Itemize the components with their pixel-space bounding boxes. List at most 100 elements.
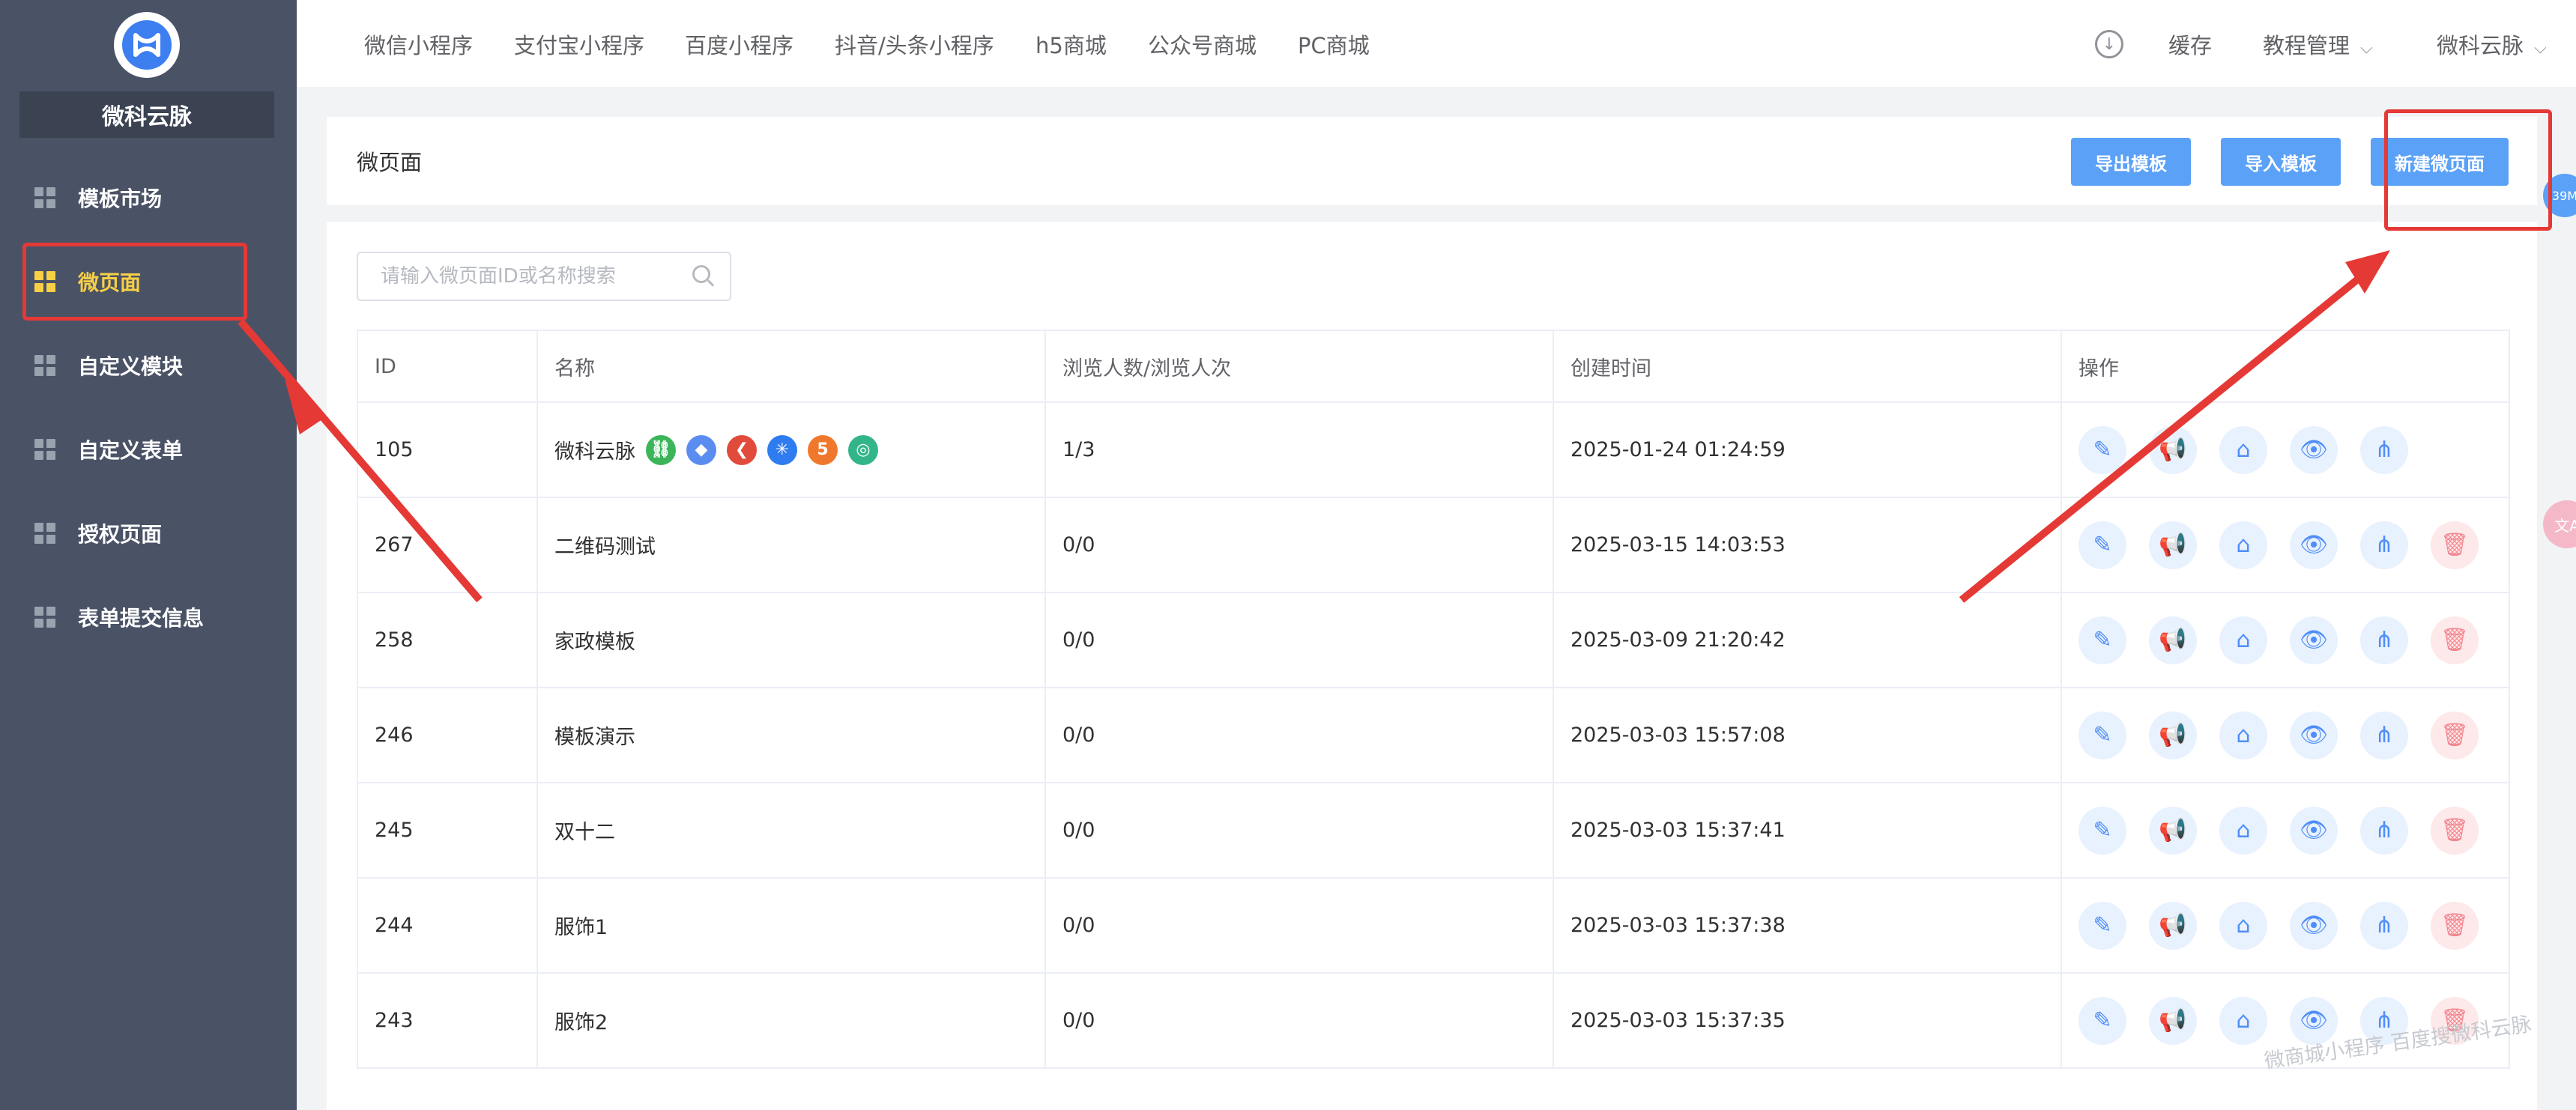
cell-actions: ✎ 📢 ⌂ 👁 ⋔ 🗑 <box>2061 782 2510 879</box>
column-header-id: ID <box>357 330 538 403</box>
edit-icon[interactable]: ✎ <box>2078 425 2126 474</box>
home-icon[interactable]: ⌂ <box>2219 806 2267 855</box>
table-row: 105 微科云脉 ⛓ ◆ ❮ ✳ 5 ◎ 1/3 2025-01-24 01:24:59 ✎ 📢 ⌂ 👁 ⋔ <box>357 401 2510 498</box>
cell-views: 0/0 <box>1044 877 1554 974</box>
user-menu[interactable]: 微科云脉 ⌵ <box>2437 28 2547 60</box>
tab-h5-mall[interactable]: h5商城 <box>1035 28 1107 60</box>
home-icon[interactable]: ⌂ <box>2219 616 2267 664</box>
tab-wechat-miniprogram[interactable]: 微信小程序 <box>364 28 473 60</box>
import-template-button[interactable]: 导入模板 <box>2221 138 2341 186</box>
home-icon[interactable]: ⌂ <box>2219 521 2267 569</box>
delete-icon[interactable]: 🗑 <box>2431 806 2479 855</box>
share-icon[interactable]: ⋔ <box>2360 521 2408 569</box>
cell-id: 105 <box>357 401 538 498</box>
sidebar-item-micro-page[interactable]: 微页面 <box>0 243 297 321</box>
logo-icon <box>122 20 172 70</box>
tab-alipay-miniprogram[interactable]: 支付宝小程序 <box>514 28 644 60</box>
tab-official-account-mall[interactable]: 公众号商城 <box>1148 28 1257 60</box>
home-icon[interactable]: ⌂ <box>2219 425 2267 474</box>
content-panel: ID 名称 浏览人数/浏览人次 创建时间 操作 105 微科云脉 ⛓ ◆ ❮ ✳ 5 ◎ 1/3… <box>327 222 2537 1110</box>
delete-icon[interactable]: 🗑 <box>2431 521 2479 569</box>
create-micro-page-button[interactable]: 新建微页面 <box>2371 138 2509 186</box>
home-icon[interactable]: ⌂ <box>2219 711 2267 759</box>
promote-icon[interactable]: 📢 <box>2149 806 2197 855</box>
page-title: 微页面 <box>357 150 423 175</box>
promote-icon[interactable]: 📢 <box>2149 425 2197 474</box>
tab-baidu-miniprogram[interactable]: 百度小程序 <box>685 28 793 60</box>
translate-icon[interactable]: 文A <box>2543 500 2576 548</box>
sidebar-item-custom-module[interactable]: 自定义模块 <box>0 327 297 404</box>
sidebar-item-label: 授权页面 <box>78 522 163 547</box>
cell-created: 2025-03-03 15:37:35 <box>1552 972 2062 1069</box>
cell-id: 243 <box>357 972 538 1069</box>
cell-actions: ✎ 📢 ⌂ 👁 ⋔ 🗑 <box>2061 877 2510 974</box>
grid-icon <box>34 607 55 628</box>
name-wrapper: 家政模板 <box>554 625 1044 655</box>
cache-button[interactable]: 缓存 <box>2168 28 2212 60</box>
sidebar-item-custom-form[interactable]: 自定义表单 <box>0 410 297 488</box>
edit-icon[interactable]: ✎ <box>2078 521 2126 569</box>
sidebar-item-template-market[interactable]: 模板市场 <box>0 159 297 237</box>
name-wrapper: 二维码测试 <box>554 530 1044 559</box>
preview-icon[interactable]: 👁 <box>2290 806 2338 855</box>
floating-badge[interactable]: 39M <box>2543 174 2576 217</box>
edit-icon[interactable]: ✎ <box>2078 996 2126 1045</box>
cell-created: 2025-03-15 14:03:53 <box>1552 497 2062 593</box>
edit-icon[interactable]: ✎ <box>2078 711 2126 759</box>
tab-douyin-miniprogram[interactable]: 抖音/头条小程序 <box>835 28 994 60</box>
sidebar-item-form-submissions[interactable]: 表单提交信息 <box>0 578 297 656</box>
preview-icon[interactable]: 👁 <box>2290 901 2338 950</box>
logo <box>114 12 180 78</box>
sidebar-item-label: 自定义表单 <box>78 438 184 463</box>
delete-icon[interactable]: 🗑 <box>2431 901 2479 950</box>
home-icon[interactable]: ⌂ <box>2219 996 2267 1045</box>
promote-icon[interactable]: 📢 <box>2149 901 2197 950</box>
share-icon[interactable]: ⋔ <box>2360 711 2408 759</box>
share-icon[interactable]: ⋔ <box>2360 616 2408 664</box>
cell-actions: ✎ 📢 ⌂ 👁 ⋔ 🗑 <box>2061 592 2510 688</box>
search-icon[interactable] <box>692 265 710 283</box>
cell-created: 2025-01-24 01:24:59 <box>1552 401 2062 498</box>
cell-name: 服饰2 <box>536 972 1046 1069</box>
micro-page-table: ID 名称 浏览人数/浏览人次 创建时间 操作 105 微科云脉 ⛓ ◆ ❮ ✳ 5 ◎ 1/3… <box>357 330 2510 1069</box>
action-group: ✎ 📢 ⌂ 👁 ⋔ 🗑 <box>2078 806 2508 855</box>
share-icon[interactable]: ⋔ <box>2360 425 2408 474</box>
page-name: 家政模板 <box>554 631 635 654</box>
preview-icon[interactable]: 👁 <box>2290 711 2338 759</box>
cell-id: 258 <box>357 592 538 688</box>
promote-icon[interactable]: 📢 <box>2149 996 2197 1045</box>
tutorial-menu[interactable]: 教程管理 ⌵ <box>2263 28 2373 60</box>
page-name: 微科云脉 <box>554 440 635 464</box>
sidebar-item-auth-page[interactable]: 授权页面 <box>0 494 297 572</box>
edit-icon[interactable]: ✎ <box>2078 806 2126 855</box>
cell-views: 0/0 <box>1044 972 1554 1069</box>
preview-icon[interactable]: 👁 <box>2290 425 2338 474</box>
edit-icon[interactable]: ✎ <box>2078 901 2126 950</box>
wechat-link-icon: ⛓ <box>646 434 676 465</box>
share-icon[interactable]: ⋔ <box>2360 806 2408 855</box>
tab-pc-mall[interactable]: PC商城 <box>1298 28 1370 60</box>
cell-name: 家政模板 <box>536 592 1046 688</box>
download-icon[interactable]: ↓ <box>2095 30 2123 58</box>
cell-id: 244 <box>357 877 538 974</box>
share-icon[interactable]: ⋔ <box>2360 901 2408 950</box>
table-row: 244 服饰1 0/0 2025-03-03 15:37:38 ✎ 📢 ⌂ 👁 ⋔ 🗑 <box>357 877 2510 974</box>
export-template-button[interactable]: 导出模板 <box>2071 138 2191 186</box>
promote-icon[interactable]: 📢 <box>2149 521 2197 569</box>
delete-icon[interactable]: 🗑 <box>2431 711 2479 759</box>
table-row: 243 服饰2 0/0 2025-03-03 15:37:35 ✎ 📢 ⌂ 👁 ⋔ 🗑 <box>357 972 2510 1069</box>
search-input[interactable] <box>357 252 731 301</box>
preview-icon[interactable]: 👁 <box>2290 521 2338 569</box>
table-header-row: ID 名称 浏览人数/浏览人次 创建时间 操作 <box>357 330 2510 403</box>
edit-icon[interactable]: ✎ <box>2078 616 2126 664</box>
name-wrapper: 服饰1 <box>554 911 1044 940</box>
baidu-icon: ❮ <box>727 434 757 465</box>
preview-icon[interactable]: 👁 <box>2290 616 2338 664</box>
promote-icon[interactable]: 📢 <box>2149 616 2197 664</box>
promote-icon[interactable]: 📢 <box>2149 711 2197 759</box>
delete-icon[interactable]: 🗑 <box>2431 616 2479 664</box>
alipay-icon: ✳ <box>767 434 797 465</box>
cell-name: 微科云脉 ⛓ ◆ ❮ ✳ 5 ◎ <box>536 401 1046 498</box>
home-icon[interactable]: ⌂ <box>2219 901 2267 950</box>
page-name: 模板演示 <box>554 726 635 749</box>
